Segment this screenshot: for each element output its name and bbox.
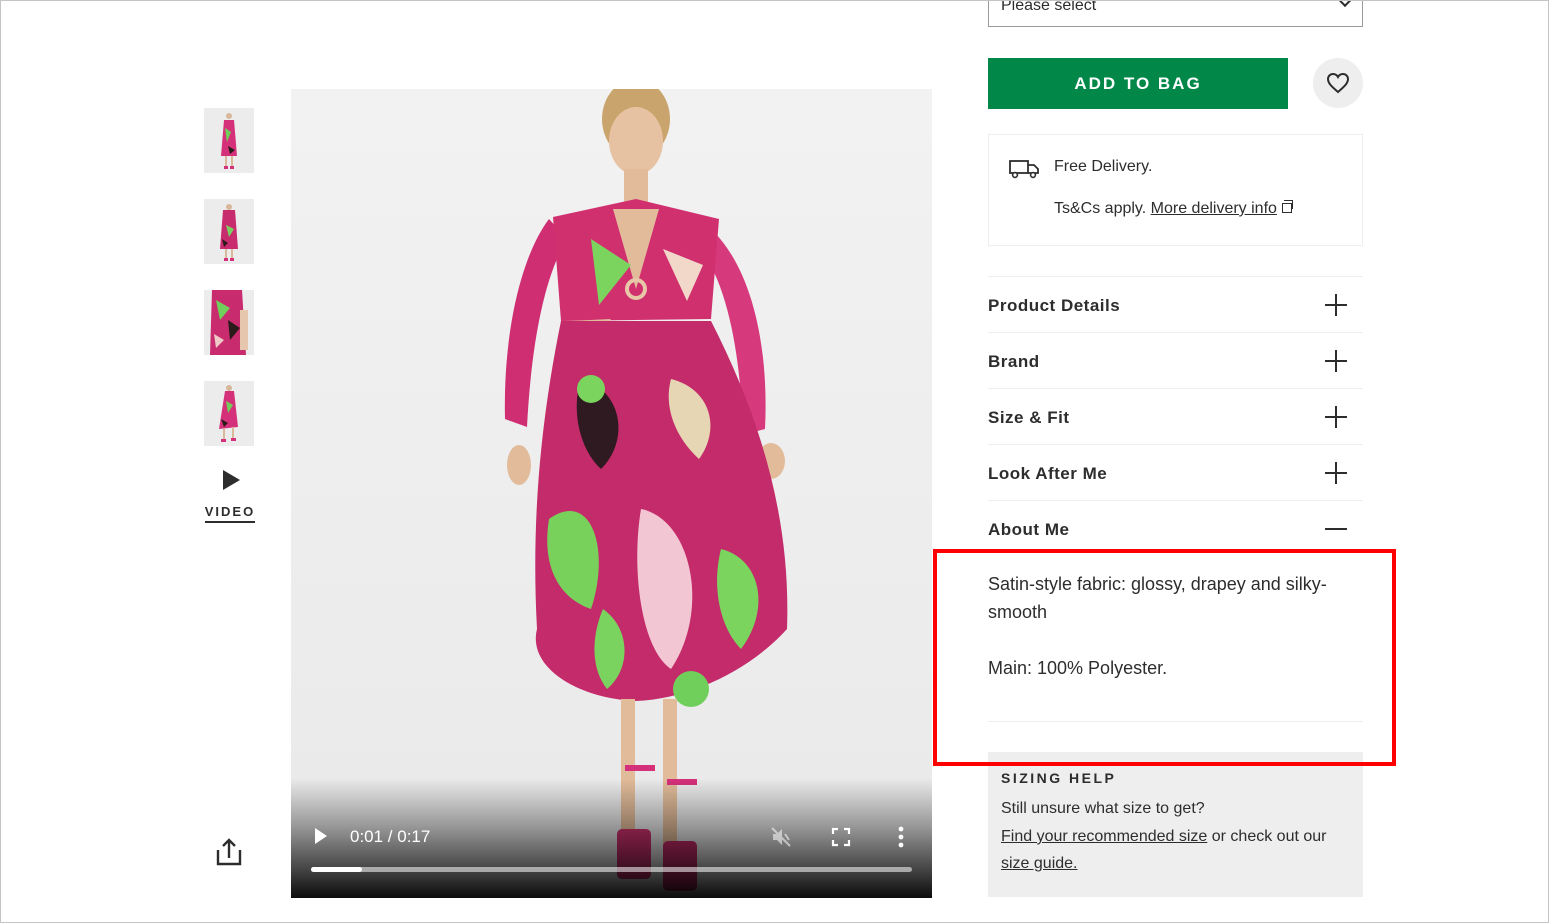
accordion-title: Look After Me [988, 464, 1108, 483]
video-time-display: 0:01 / 0:17 [350, 827, 431, 846]
thumbnail-image [204, 108, 254, 173]
accordion-size-fit[interactable]: Size & Fit [988, 388, 1363, 444]
fabric-description: Satin-style fabric: glossy, drapey and s… [988, 574, 1327, 622]
fullscreen-icon[interactable] [831, 827, 851, 847]
accordion-title: Product Details [988, 296, 1121, 315]
thumbnail-image [204, 381, 254, 446]
sizing-help-question: Still unsure what size to get? [1001, 800, 1205, 817]
truck-icon [1009, 160, 1039, 179]
delivery-terms: Ts&Cs apply. More delivery info [1054, 200, 1293, 218]
find-recommended-size-link[interactable]: Find your recommended size [1001, 828, 1207, 845]
thumbnail-3[interactable] [204, 290, 254, 355]
video-progress-fill [311, 867, 363, 872]
delivery-info-box: Free Delivery. Ts&Cs apply. More deliver… [988, 134, 1363, 246]
composition-text: Main: 100% Polyester. [988, 658, 1168, 678]
product-video-frame [291, 89, 932, 898]
video-button[interactable]: VIDEO [204, 468, 256, 523]
product-info-accordion: Product Details Brand Size & Fit Look Af… [988, 276, 1363, 556]
mute-icon[interactable] [769, 825, 793, 849]
save-for-later-button[interactable] [1313, 58, 1363, 108]
plus-icon [1325, 462, 1347, 484]
sizing-help-middle-text: or check out our [1207, 828, 1327, 845]
thumbnail-2[interactable] [204, 199, 254, 264]
size-guide-link[interactable]: size guide. [1001, 855, 1078, 872]
plus-icon [1325, 350, 1347, 372]
video-progress-bar[interactable] [311, 867, 912, 872]
play-icon [222, 470, 240, 490]
plus-icon [1325, 294, 1347, 316]
divider [988, 721, 1363, 722]
video-label: VIDEO [204, 504, 256, 523]
accordion-title: Size & Fit [988, 408, 1070, 427]
more-options-icon[interactable] [891, 825, 911, 849]
size-select[interactable]: Please select [988, 0, 1363, 27]
sizing-help-box: SIZING HELP Still unsure what size to ge… [988, 752, 1363, 897]
size-guide-wrapper: size guide. [1001, 855, 1078, 873]
heart-icon [1326, 72, 1350, 94]
share-icon [216, 838, 242, 866]
external-link-icon [1281, 200, 1293, 213]
sizing-help-title: SIZING HELP [1001, 770, 1117, 786]
accordion-look-after-me[interactable]: Look After Me [988, 444, 1363, 500]
thumbnail-4[interactable] [204, 381, 254, 446]
free-delivery-text: Free Delivery. [1054, 158, 1153, 175]
thumbnail-list [204, 108, 254, 472]
accordion-about-me[interactable]: About Me [988, 500, 1363, 556]
plus-icon [1325, 406, 1347, 428]
about-me-content: Satin-style fabric: glossy, drapey and s… [988, 570, 1363, 710]
product-video-player[interactable]: 0:01 / 0:17 [291, 89, 932, 898]
terms-text: Ts&Cs apply. [1054, 200, 1147, 217]
accordion-title: About Me [988, 520, 1070, 539]
more-delivery-info-link[interactable]: More delivery info [1151, 200, 1277, 217]
thumbnail-image [204, 290, 254, 355]
thumbnail-1[interactable] [204, 108, 254, 173]
accordion-product-details[interactable]: Product Details [988, 276, 1363, 332]
accordion-title: Brand [988, 352, 1040, 371]
sizing-help-links: Find your recommended size or check out … [1001, 828, 1326, 846]
add-to-bag-button[interactable]: ADD TO BAG [988, 58, 1288, 109]
chevron-down-icon [1337, 0, 1353, 8]
accordion-brand[interactable]: Brand [988, 332, 1363, 388]
minus-icon [1325, 518, 1347, 540]
size-select-value: Please select [1001, 0, 1097, 14]
share-button[interactable] [214, 836, 244, 868]
thumbnail-image [204, 199, 254, 264]
play-icon[interactable] [315, 828, 327, 844]
